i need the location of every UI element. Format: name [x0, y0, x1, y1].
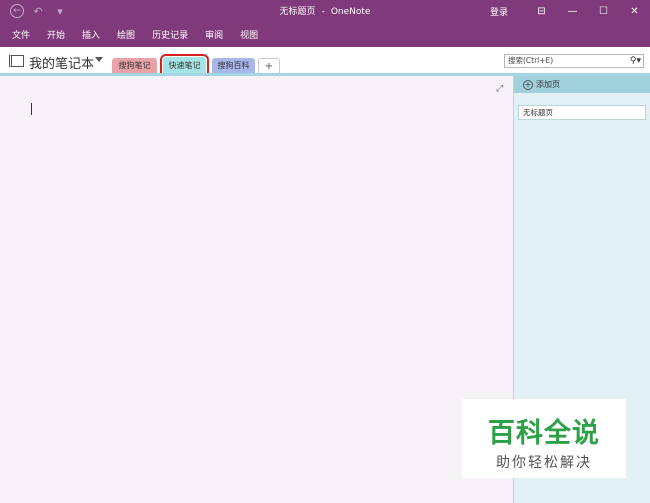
- tab-draw[interactable]: 绘图: [117, 28, 135, 41]
- watermark: 百科全说 助你轻松解决: [462, 399, 626, 478]
- section-tab-sogou-notes[interactable]: 搜狗笔记: [112, 58, 157, 73]
- login-link[interactable]: 登录: [490, 5, 508, 18]
- minimize-button[interactable]: —: [557, 0, 588, 22]
- section-tab-sogou-baike[interactable]: 搜狗百科: [212, 58, 255, 73]
- plus-circle-icon: +: [523, 79, 533, 90]
- page-canvas[interactable]: ⤢: [0, 76, 513, 503]
- add-page-label: 添加页: [536, 80, 560, 89]
- search-input[interactable]: 搜索(Ctrl+E) ⚲▾: [504, 54, 644, 68]
- page-list-item[interactable]: 无标题页: [518, 105, 646, 120]
- search-placeholder: 搜索(Ctrl+E): [508, 56, 554, 65]
- expand-icon[interactable]: ⤢: [496, 84, 503, 94]
- add-section-button[interactable]: +: [258, 58, 280, 73]
- title-bar: ← ↶ ▾ 无标题页 - OneNote 登录 ⊟ — ☐ ✕: [0, 0, 650, 22]
- title-separator: -: [321, 7, 325, 17]
- minimize-icon: —: [567, 5, 578, 17]
- tab-insert[interactable]: 插入: [82, 28, 100, 41]
- close-icon: ✕: [630, 5, 639, 17]
- tab-history[interactable]: 历史记录: [152, 28, 188, 41]
- notebook-name[interactable]: 我的笔记本: [29, 53, 94, 72]
- add-page-button[interactable]: + 添加页: [514, 76, 650, 93]
- notebook-dropdown-icon[interactable]: [95, 57, 103, 62]
- section-tab-quick-notes[interactable]: 快速笔记: [160, 54, 209, 76]
- app-name: OneNote: [330, 7, 371, 17]
- maximize-button[interactable]: ☐: [588, 0, 619, 22]
- watermark-title: 百科全说: [488, 418, 600, 449]
- search-icon[interactable]: ⚲▾: [630, 55, 641, 67]
- maximize-icon: ☐: [599, 5, 608, 17]
- close-button[interactable]: ✕: [619, 0, 650, 22]
- tab-home[interactable]: 开始: [47, 28, 65, 41]
- notebook-icon[interactable]: [9, 55, 24, 67]
- text-cursor: [31, 103, 32, 115]
- tab-file[interactable]: 文件: [12, 28, 30, 41]
- page-title-text: 无标题页: [279, 7, 316, 17]
- ribbon-display-button[interactable]: ⊟: [526, 0, 557, 22]
- watermark-subtitle: 助你轻松解决: [496, 455, 592, 471]
- notebook-bar: 我的笔记本 搜狗笔记 快速笔记 搜狗百科 + 搜索(Ctrl+E) ⚲▾: [0, 47, 650, 76]
- ribbon-tabs: 文件 开始 插入 绘图 历史记录 审阅 视图: [0, 22, 650, 47]
- tab-review[interactable]: 审阅: [205, 28, 223, 41]
- ribbon-display-icon: ⊟: [537, 5, 546, 17]
- tab-view[interactable]: 视图: [240, 28, 258, 41]
